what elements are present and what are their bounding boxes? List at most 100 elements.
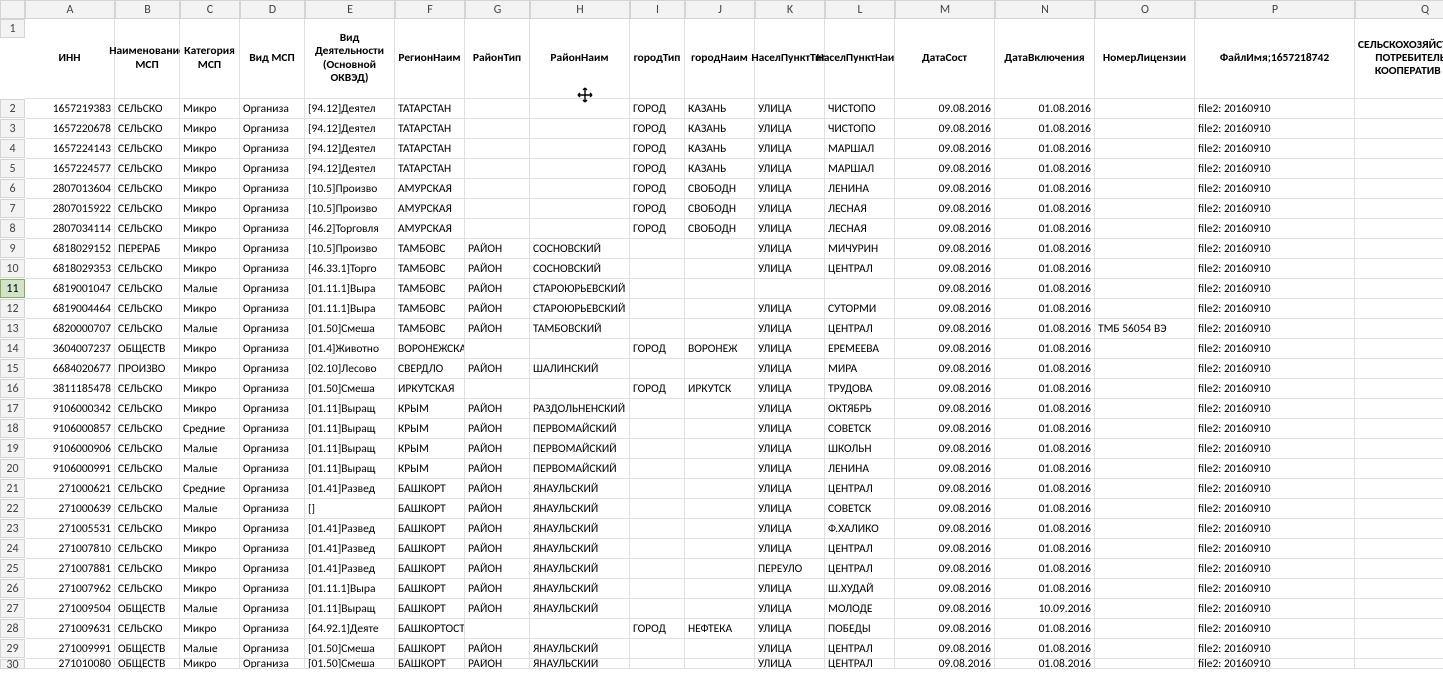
cell-G8[interactable] bbox=[465, 219, 530, 239]
cell-M30[interactable]: 09.08.2016 bbox=[895, 659, 995, 669]
cell-D27[interactable]: Организа bbox=[240, 599, 305, 619]
cell-N5[interactable]: 01.08.2016 bbox=[995, 159, 1095, 179]
cell-D3[interactable]: Организа bbox=[240, 119, 305, 139]
cell-Q17[interactable]: 20160910 bbox=[1355, 399, 1443, 419]
cell-M25[interactable]: 09.08.2016 bbox=[895, 559, 995, 579]
cell-F19[interactable]: КРЫМ bbox=[395, 439, 465, 459]
cell-D17[interactable]: Организа bbox=[240, 399, 305, 419]
cell-B20[interactable]: СЕЛЬСКО bbox=[115, 459, 180, 479]
cell-I27[interactable] bbox=[630, 599, 685, 619]
cell-D30[interactable]: Организа bbox=[240, 659, 305, 669]
cell-D14[interactable]: Организа bbox=[240, 339, 305, 359]
cell-G23[interactable]: РАЙОН bbox=[465, 519, 530, 539]
cell-O14[interactable] bbox=[1095, 339, 1195, 359]
cell-I5[interactable]: ГОРОД bbox=[630, 159, 685, 179]
cell-E19[interactable]: [01.11]Выращ bbox=[305, 439, 395, 459]
header-cell-K[interactable]: НаселПунктТип bbox=[755, 19, 825, 99]
cell-J12[interactable] bbox=[685, 299, 755, 319]
cell-O12[interactable] bbox=[1095, 299, 1195, 319]
cell-M17[interactable]: 09.08.2016 bbox=[895, 399, 995, 419]
cell-P7[interactable]: file2: 20160910 bbox=[1195, 199, 1355, 219]
cell-G2[interactable] bbox=[465, 99, 530, 119]
cell-H22[interactable]: ЯНАУЛЬСКИЙ bbox=[530, 499, 630, 519]
cell-G15[interactable]: РАЙОН bbox=[465, 359, 530, 379]
cell-M9[interactable]: 09.08.2016 bbox=[895, 239, 995, 259]
cell-Q23[interactable]: 20160910 bbox=[1355, 519, 1443, 539]
cell-J22[interactable] bbox=[685, 499, 755, 519]
cell-A9[interactable]: 6818029152 bbox=[25, 239, 115, 259]
cell-A14[interactable]: 3604007237 bbox=[25, 339, 115, 359]
cell-P6[interactable]: file2: 20160910 bbox=[1195, 179, 1355, 199]
cell-D18[interactable]: Организа bbox=[240, 419, 305, 439]
cell-Q18[interactable]: 20160910 bbox=[1355, 419, 1443, 439]
cell-I25[interactable] bbox=[630, 559, 685, 579]
cell-E7[interactable]: [10.5]Произво bbox=[305, 199, 395, 219]
cell-N15[interactable]: 01.08.2016 bbox=[995, 359, 1095, 379]
cell-H13[interactable]: ТАМБОВСКИЙ bbox=[530, 319, 630, 339]
header-cell-N[interactable]: ДатаВключения bbox=[995, 19, 1095, 99]
cell-M8[interactable]: 09.08.2016 bbox=[895, 219, 995, 239]
cell-F4[interactable]: ТАТАРСТАН bbox=[395, 139, 465, 159]
cell-O18[interactable] bbox=[1095, 419, 1195, 439]
cell-Q27[interactable]: 20160910 bbox=[1355, 599, 1443, 619]
cell-N26[interactable]: 01.08.2016 bbox=[995, 579, 1095, 599]
cell-O17[interactable] bbox=[1095, 399, 1195, 419]
header-cell-B[interactable]: Наименование МСП bbox=[115, 19, 180, 99]
cell-G30[interactable]: РАЙОН bbox=[465, 659, 530, 669]
cell-J2[interactable]: КАЗАНЬ bbox=[685, 99, 755, 119]
cell-C10[interactable]: Микро bbox=[180, 259, 240, 279]
cell-C7[interactable]: Микро bbox=[180, 199, 240, 219]
cell-K9[interactable]: УЛИЦА bbox=[755, 239, 825, 259]
cell-O21[interactable] bbox=[1095, 479, 1195, 499]
cell-B6[interactable]: СЕЛЬСКО bbox=[115, 179, 180, 199]
cell-H27[interactable]: ЯНАУЛЬСКИЙ bbox=[530, 599, 630, 619]
cell-E3[interactable]: [94.12]Деятел bbox=[305, 119, 395, 139]
cell-Q19[interactable]: 20160910 bbox=[1355, 439, 1443, 459]
cell-E17[interactable]: [01.11]Выращ bbox=[305, 399, 395, 419]
cell-K15[interactable]: УЛИЦА bbox=[755, 359, 825, 379]
cell-P29[interactable]: file2: 20160910 bbox=[1195, 639, 1355, 659]
cell-B22[interactable]: СЕЛЬСКО bbox=[115, 499, 180, 519]
cell-Q14[interactable]: 20160910 bbox=[1355, 339, 1443, 359]
cell-A19[interactable]: 9106000906 bbox=[25, 439, 115, 459]
cell-G22[interactable]: РАЙОН bbox=[465, 499, 530, 519]
cell-E28[interactable]: [64.92.1]Деяте bbox=[305, 619, 395, 639]
cell-N6[interactable]: 01.08.2016 bbox=[995, 179, 1095, 199]
cell-E26[interactable]: [01.11.1]Выра bbox=[305, 579, 395, 599]
cell-H8[interactable] bbox=[530, 219, 630, 239]
cell-O2[interactable] bbox=[1095, 99, 1195, 119]
cell-A12[interactable]: 6819004464 bbox=[25, 299, 115, 319]
header-cell-P[interactable]: ФайлИмя;1657218742 bbox=[1195, 19, 1355, 99]
cell-N23[interactable]: 01.08.2016 bbox=[995, 519, 1095, 539]
cell-M28[interactable]: 09.08.2016 bbox=[895, 619, 995, 639]
cell-B16[interactable]: СЕЛЬСКО bbox=[115, 379, 180, 399]
cell-B2[interactable]: СЕЛЬСКО bbox=[115, 99, 180, 119]
cell-C15[interactable]: Микро bbox=[180, 359, 240, 379]
cell-Q13[interactable]: 20160910 bbox=[1355, 319, 1443, 339]
cell-N25[interactable]: 01.08.2016 bbox=[995, 559, 1095, 579]
cell-F11[interactable]: ТАМБОВС bbox=[395, 279, 465, 299]
column-header-F[interactable]: F bbox=[395, 0, 465, 19]
cell-G3[interactable] bbox=[465, 119, 530, 139]
cell-H24[interactable]: ЯНАУЛЬСКИЙ bbox=[530, 539, 630, 559]
cell-M24[interactable]: 09.08.2016 bbox=[895, 539, 995, 559]
cell-M22[interactable]: 09.08.2016 bbox=[895, 499, 995, 519]
cell-Q5[interactable]: 20160910 bbox=[1355, 159, 1443, 179]
cell-N30[interactable]: 01.08.2016 bbox=[995, 659, 1095, 669]
cell-G29[interactable]: РАЙОН bbox=[465, 639, 530, 659]
cell-A16[interactable]: 3811185478 bbox=[25, 379, 115, 399]
cell-G13[interactable]: РАЙОН bbox=[465, 319, 530, 339]
cell-E6[interactable]: [10.5]Произво bbox=[305, 179, 395, 199]
cell-H20[interactable]: ПЕРВОМАЙСКИЙ bbox=[530, 459, 630, 479]
cell-G28[interactable] bbox=[465, 619, 530, 639]
cell-J27[interactable] bbox=[685, 599, 755, 619]
cell-B13[interactable]: СЕЛЬСКО bbox=[115, 319, 180, 339]
cell-C16[interactable]: Микро bbox=[180, 379, 240, 399]
cell-N27[interactable]: 10.09.2016 bbox=[995, 599, 1095, 619]
row-header-18[interactable]: 18 bbox=[0, 419, 25, 438]
cell-E23[interactable]: [01.41]Развед bbox=[305, 519, 395, 539]
cell-F17[interactable]: КРЫМ bbox=[395, 399, 465, 419]
cell-Q10[interactable]: 20160910 bbox=[1355, 259, 1443, 279]
cell-N3[interactable]: 01.08.2016 bbox=[995, 119, 1095, 139]
cell-P25[interactable]: file2: 20160910 bbox=[1195, 559, 1355, 579]
